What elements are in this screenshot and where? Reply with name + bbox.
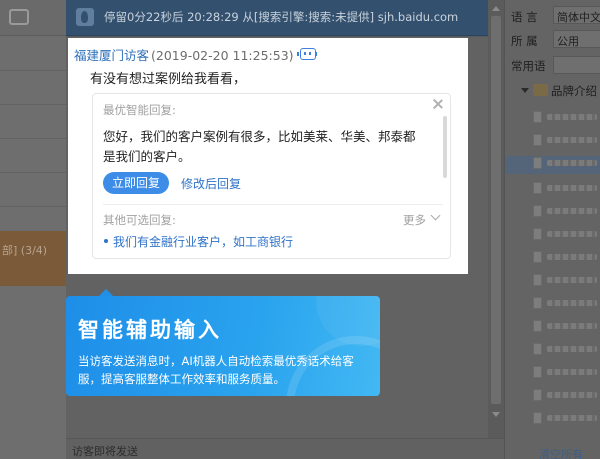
close-icon[interactable] — [432, 98, 444, 110]
bullet-icon — [104, 239, 108, 243]
message-header: 福建厦门访客 (2019-02-20 11:25:53) — [74, 45, 294, 64]
document-icon — [533, 251, 542, 263]
tooltip-description: 当访客发送消息时，AI机器人自动检索最优秀话术给客服，提高客服整体工作效率和服务… — [78, 354, 354, 386]
visitor-source-icon — [76, 8, 94, 26]
chat-header: 停留0分22秒后 20:28:29 从[搜索引擎:搜索:未提供] sjh.bai… — [66, 0, 504, 36]
belong-select[interactable]: 公用 — [553, 30, 600, 48]
divider — [103, 204, 443, 205]
typing-status: 访客即将发送 — [72, 445, 138, 458]
divider — [0, 104, 66, 105]
folder-label[interactable]: 品牌介绍 — [551, 83, 597, 99]
quick-reply-panel: 语 言 简体中文 所 属 公用 常用语 品牌介绍 清空所有 — [504, 0, 600, 459]
phrase-item-selected[interactable] — [505, 156, 600, 174]
phrase-item[interactable] — [533, 296, 600, 310]
feature-tooltip: 智能辅助输入 当访客发送消息时，AI机器人自动检索最优秀话术给客服，提高客服整体… — [66, 296, 380, 396]
session-list: 部] (3/4) — [0, 0, 66, 459]
phrase-item[interactable] — [533, 133, 600, 147]
language-label: 语 言 — [511, 10, 538, 24]
scroll-up-icon[interactable] — [492, 6, 500, 11]
phrase-item[interactable] — [533, 204, 600, 218]
document-icon — [533, 412, 542, 424]
chat-footer: 访客即将发送 — [66, 438, 504, 459]
alternative-reply[interactable]: 我们有金融行业客户，如工商银行 — [113, 233, 293, 250]
phrase-item[interactable] — [533, 411, 600, 425]
message-text: 有没有想过案例给我看看， — [90, 72, 247, 87]
document-icon — [533, 297, 542, 309]
clear-all-link[interactable]: 清空所有 — [539, 446, 583, 459]
phrase-item[interactable] — [533, 388, 600, 402]
phrase-item[interactable] — [533, 110, 600, 124]
document-icon — [533, 111, 542, 123]
divider — [0, 172, 66, 173]
document-icon — [533, 274, 542, 286]
session-group-item[interactable] — [0, 231, 66, 286]
smart-reply-box: 最优智能回复: 您好，我们的客户案例有很多，比如美莱、华美、邦泰都是我们的客户。… — [92, 93, 451, 259]
chevron-down-icon[interactable] — [430, 210, 441, 221]
phrase-item[interactable] — [533, 181, 600, 195]
document-icon — [533, 228, 542, 240]
scroll-thumb[interactable] — [491, 16, 501, 404]
document-icon — [533, 389, 542, 401]
phrase-item[interactable] — [533, 273, 600, 287]
divider — [0, 70, 66, 71]
message-timestamp: (2019-02-20 11:25:53) — [151, 48, 294, 63]
more-link[interactable]: 更多 — [403, 212, 426, 228]
language-select[interactable]: 简体中文 — [553, 6, 600, 24]
folder-icon — [533, 84, 548, 96]
chat-bubble-icon — [9, 9, 29, 25]
phrase-item[interactable] — [533, 227, 600, 241]
chat-tab[interactable] — [0, 0, 66, 36]
document-icon — [533, 320, 542, 332]
reply-now-button[interactable]: 立即回复 — [103, 172, 169, 194]
document-icon — [533, 134, 542, 146]
phrase-item[interactable] — [533, 250, 600, 264]
document-icon — [533, 157, 542, 169]
document-icon — [533, 366, 542, 378]
visit-info: 停留0分22秒后 20:28:29 从[搜索引擎:搜索:未提供] sjh.bai… — [104, 10, 459, 24]
belong-label: 所 属 — [511, 34, 538, 48]
session-group-label: 部] (3/4) — [2, 244, 48, 257]
scroll-down-icon[interactable] — [492, 412, 500, 417]
divider — [0, 206, 66, 207]
edit-reply-link[interactable]: 修改后回复 — [181, 175, 241, 192]
chevron-down-icon[interactable] — [521, 88, 529, 93]
divider — [0, 138, 66, 139]
tooltip-title: 智能辅助输入 — [78, 318, 222, 342]
document-icon — [533, 343, 542, 355]
common-phrase-input[interactable] — [553, 56, 600, 74]
phrase-item[interactable] — [533, 319, 600, 333]
document-icon — [533, 182, 542, 194]
visitor-message-card: 福建厦门访客 (2019-02-20 11:25:53) 有没有想过案例给我看看，… — [68, 38, 468, 274]
phrase-item[interactable] — [533, 365, 600, 379]
phrase-item[interactable] — [533, 342, 600, 356]
document-icon — [533, 205, 542, 217]
common-phrase-label: 常用语 — [511, 59, 546, 73]
visitor-name[interactable]: 福建厦门访客 — [74, 48, 149, 63]
other-replies-title: 其他可选回复: — [103, 213, 176, 227]
chat-scrollbar[interactable] — [488, 0, 504, 438]
suggestion-scrollbar[interactable] — [443, 116, 447, 178]
best-reply-title: 最优智能回复: — [103, 103, 176, 117]
robot-icon — [297, 48, 316, 60]
best-reply-text: 您好，我们的客户案例有很多，比如美莱、华美、邦泰都是我们的客户。 — [103, 129, 416, 164]
